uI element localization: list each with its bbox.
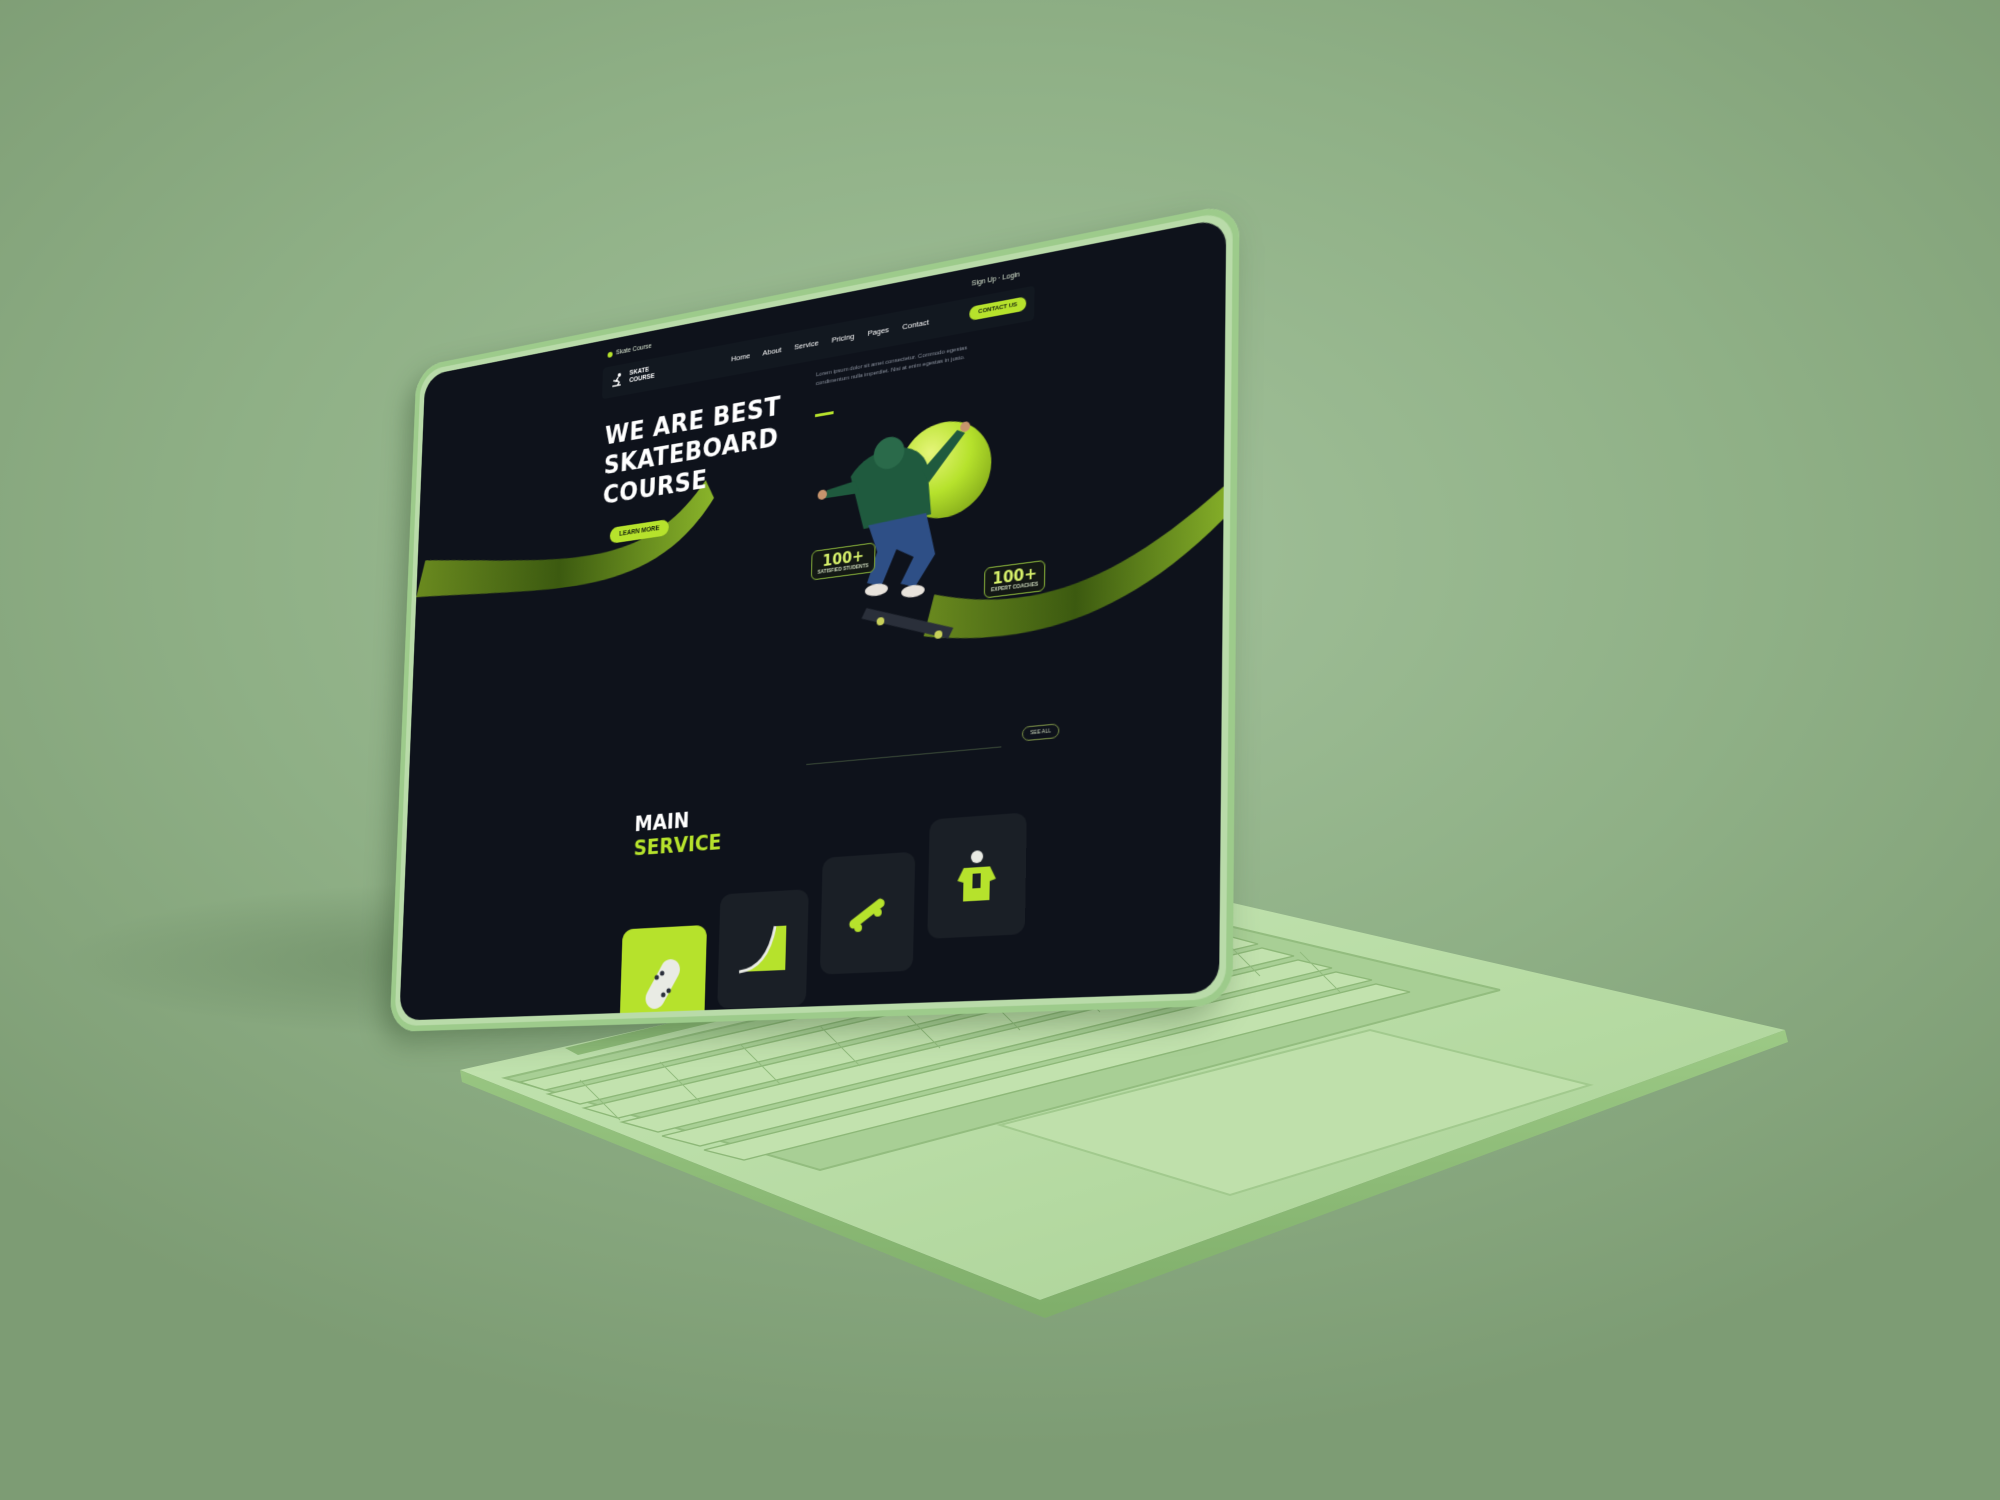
site-logo[interactable]: SKATE COURSE [611,363,667,388]
topbar-left: Skate Course [607,343,651,358]
nav-item-service[interactable]: Service [794,338,819,351]
nav-item-pricing[interactable]: Pricing [831,332,854,345]
nav-item-home[interactable]: Home [731,351,750,363]
laptop-screen: Skate Course Sign Up · Login SKATE COURS… [399,218,1226,1021]
skateboard-side-icon [837,880,898,947]
nav-item-contact[interactable]: Contact [902,318,929,332]
service-card-apparel[interactable] [927,812,1027,939]
skater-photo [809,383,998,669]
topbar-auth-links[interactable]: Sign Up · Login [972,271,1020,287]
nav-item-pages[interactable]: Pages [867,325,889,338]
nav-item-about[interactable]: About [763,345,782,357]
laptop-lid-wrapper: Skate Course Sign Up · Login SKATE COURS… [300,270,1260,1070]
ramp-icon [733,917,792,982]
logo-text: SKATE COURSE [629,363,667,385]
skater-logo-icon [611,371,625,388]
section-divider [806,746,1001,765]
skater-jacket-icon [945,842,1009,911]
see-all-button[interactable]: SEE ALL [1022,723,1060,741]
service-cards [619,805,1126,1021]
topbar-dot-icon [608,351,613,357]
laptop-lid: Skate Course Sign Up · Login SKATE COURS… [390,202,1240,1032]
service-card-ramp[interactable] [717,889,809,1009]
service-card-skateboard-side[interactable] [820,852,915,975]
contact-us-button[interactable]: CONTACT US [969,296,1026,321]
topbar-left-text: Skate Course [616,343,652,356]
service-card-skateboard[interactable] [619,925,707,1021]
skateboard-top-icon [635,952,691,1015]
